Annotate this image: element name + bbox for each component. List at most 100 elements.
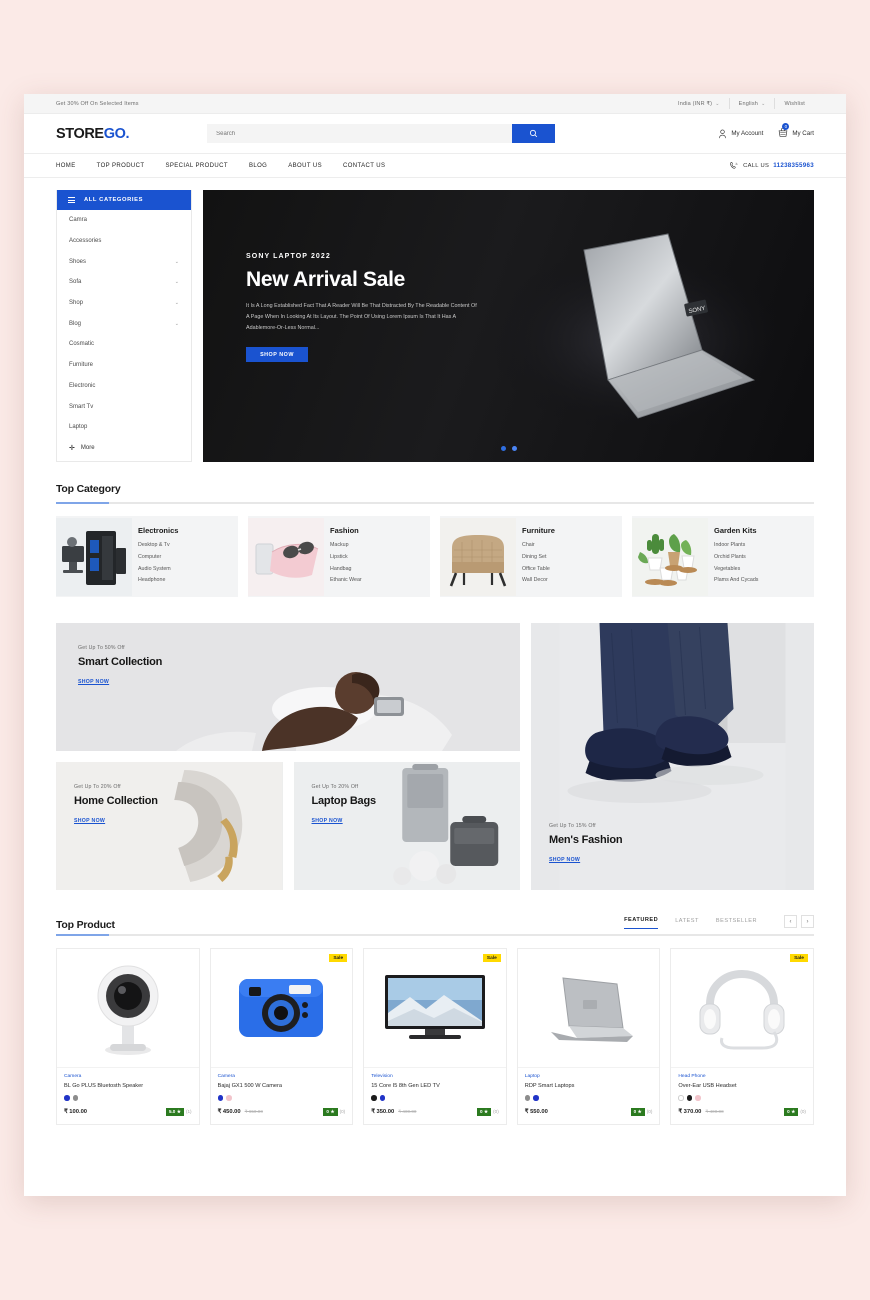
site-logo[interactable]: STOREGO.: [56, 126, 129, 142]
hero-shop-now-button[interactable]: SHOP NOW: [246, 347, 308, 363]
product-card[interactable]: Sale Camera Bajaj GX1 500 W Camera ₹ 450…: [209, 948, 354, 1125]
swatch-white[interactable]: [678, 1095, 684, 1101]
product-name[interactable]: Over-Ear USB Headset: [678, 1083, 806, 1089]
swatch-blue[interactable]: [64, 1095, 70, 1101]
carousel-arrows: ‹ ›: [784, 915, 814, 928]
category-card-list: Indoor Plants Orchid Plants Vegetables P…: [714, 540, 758, 588]
category-list-item[interactable]: Orchid Plants: [714, 552, 758, 564]
category-card-furniture[interactable]: Furniture Chair Dining Set Office Table …: [440, 516, 622, 597]
my-cart-link[interactable]: 0 My Cart: [778, 122, 814, 140]
category-card-fashion[interactable]: Fashion Mackup Lipstick Handbag Ethanic …: [248, 516, 430, 597]
nav-item-home[interactable]: HOME: [56, 163, 76, 169]
product-info: Television 15 Core I5 8th Gen LED TV ₹ 3…: [364, 1067, 506, 1124]
category-list-item[interactable]: Indoor Plants: [714, 540, 758, 552]
swatch-blue[interactable]: [533, 1095, 539, 1101]
product-card[interactable]: Camera BL Go PLUS Bluetosth Speaker ₹ 10…: [56, 948, 200, 1125]
product-card[interactable]: Laptop RDP Smart Laptops ₹ 550.00 0 ★ (0): [516, 948, 661, 1125]
product-category[interactable]: Camera: [64, 1074, 192, 1079]
product-card[interactable]: Sale Head Phone Over-Ear USB Headset ₹ 3…: [670, 948, 814, 1125]
swatch-blue[interactable]: [379, 1095, 386, 1101]
category-list-item[interactable]: Office Table: [522, 564, 555, 576]
product-name[interactable]: RDP Smart Laptops: [525, 1083, 653, 1089]
nav-item-special-product[interactable]: SPECIAL PRODUCT: [165, 163, 227, 169]
category-list-item[interactable]: Plams And Cycads: [714, 575, 758, 587]
sidebar-item-shoes[interactable]: Shoes ⌄: [57, 251, 191, 272]
next-arrow-button[interactable]: ›: [801, 915, 814, 928]
category-list-item[interactable]: Mackup: [330, 540, 362, 552]
category-list-item[interactable]: Ethanic Wear: [330, 575, 362, 587]
category-list-item[interactable]: Dining Set: [522, 552, 555, 564]
category-list-item[interactable]: Vegetables: [714, 564, 758, 576]
smart-collection-text: Get Up To 50% Off Smart Collection SHOP …: [78, 645, 162, 688]
swatch-grey[interactable]: [72, 1095, 78, 1101]
product-name[interactable]: Bajaj GX1 500 W Camera: [218, 1083, 346, 1089]
category-label: Laptop: [69, 424, 88, 431]
search-button[interactable]: [512, 124, 556, 143]
swatch-black[interactable]: [371, 1095, 377, 1101]
search-input[interactable]: [207, 124, 513, 143]
wishlist-link[interactable]: Wishlist: [774, 98, 814, 109]
sidebar-item-sofa[interactable]: Sofa ⌄: [57, 272, 191, 293]
sidebar-item-blog[interactable]: Blog ⌄: [57, 313, 191, 334]
carousel-dot-2[interactable]: [511, 446, 517, 451]
hero-carousel-dots[interactable]: [203, 446, 814, 451]
sidebar-item-electronic[interactable]: Electronic: [57, 376, 191, 397]
nav-item-top-product[interactable]: TOP PRODUCT: [97, 163, 145, 169]
product-name[interactable]: BL Go PLUS Bluetosth Speaker: [64, 1083, 192, 1089]
promo-mens-fashion[interactable]: Get Up To 15% Off Men's Fashion SHOP NOW: [531, 623, 814, 890]
category-list-item[interactable]: Audio System: [138, 564, 178, 576]
promo-shop-now-link[interactable]: SHOP NOW: [549, 857, 580, 863]
category-card-electronics[interactable]: Electronics Desktop & Tv Computer Audio …: [56, 516, 238, 597]
product-category[interactable]: Camera: [218, 1074, 346, 1079]
product-category[interactable]: Laptop: [525, 1074, 653, 1079]
tab-featured[interactable]: FEATURED: [624, 917, 659, 929]
swatch-black[interactable]: [686, 1095, 693, 1101]
sidebar-more-button[interactable]: ✛ More: [57, 438, 191, 459]
hero-banner[interactable]: SONY SONY LAPTOP 2022 New Arrival Sale I…: [203, 190, 814, 462]
currency-selector[interactable]: India (INR ₹) ⌄: [669, 98, 729, 109]
promo-shop-now-link[interactable]: SHOP NOW: [312, 818, 343, 824]
all-categories-label: ALL CATEGORIES: [84, 197, 144, 203]
category-label: Blog: [69, 320, 82, 327]
category-list-item[interactable]: Lipstick: [330, 552, 362, 564]
promo-home-collection[interactable]: Get Up To 20% Off Home Collection SHOP N…: [56, 762, 283, 890]
tab-bestseller[interactable]: BESTSELLER: [716, 918, 757, 929]
sidebar-item-accessories[interactable]: Accessories: [57, 231, 191, 252]
nav-item-contact-us[interactable]: CONTACT US: [343, 163, 385, 169]
swatch-blue[interactable]: [217, 1095, 224, 1101]
promo-smart-collection[interactable]: Get Up To 50% Off Smart Collection SHOP …: [56, 623, 520, 751]
prev-arrow-button[interactable]: ‹: [784, 915, 797, 928]
category-list-item[interactable]: Chair: [522, 540, 555, 552]
product-card[interactable]: Sale Television 15 Core I5 8th Gen LED T…: [363, 948, 507, 1125]
swatch-pink[interactable]: [695, 1095, 701, 1101]
category-list-item[interactable]: Desktop & Tv: [138, 540, 178, 552]
sidebar-item-laptop[interactable]: Laptop: [57, 417, 191, 438]
category-list-item[interactable]: Wall Decor: [522, 575, 555, 587]
category-list-item[interactable]: Computer: [138, 552, 178, 564]
my-account-link[interactable]: My Account: [718, 129, 763, 139]
carousel-dot-1[interactable]: [500, 446, 506, 451]
sidebar-item-smart-tv[interactable]: Smart Tv: [57, 396, 191, 417]
call-us-block[interactable]: CALL US 11238355963: [729, 161, 814, 171]
call-us-number: 11238355963: [773, 162, 814, 169]
nav-item-about-us[interactable]: ABOUT US: [288, 163, 322, 169]
all-categories-header[interactable]: ALL CATEGORIES: [57, 190, 191, 210]
sidebar-item-camra[interactable]: Camra: [57, 210, 191, 231]
promo-laptop-bags[interactable]: Get Up To 20% Off Laptop Bags SHOP NOW: [293, 762, 520, 890]
swatch-grey[interactable]: [524, 1095, 531, 1101]
language-selector[interactable]: English ⌄: [728, 98, 775, 109]
product-name[interactable]: 15 Core I5 8th Gen LED TV: [371, 1083, 499, 1089]
sidebar-item-furniture[interactable]: Furniture: [57, 355, 191, 376]
category-list-item[interactable]: Headphone: [138, 575, 178, 587]
nav-item-blog[interactable]: BLOG: [249, 163, 267, 169]
product-category[interactable]: Head Phone: [678, 1074, 806, 1079]
sidebar-item-shop[interactable]: Shop ⌄: [57, 293, 191, 314]
tab-latest[interactable]: LATEST: [675, 918, 699, 929]
category-list-item[interactable]: Handbag: [330, 564, 362, 576]
promo-shop-now-link[interactable]: SHOP NOW: [74, 818, 105, 824]
product-category[interactable]: Television: [371, 1074, 499, 1079]
promo-shop-now-link[interactable]: SHOP NOW: [78, 679, 109, 685]
sidebar-item-cosmatic[interactable]: Cosmatic: [57, 334, 191, 355]
swatch-pink[interactable]: [226, 1095, 232, 1101]
category-card-garden-kits[interactable]: Garden Kits Indoor Plants Orchid Plants …: [632, 516, 814, 597]
